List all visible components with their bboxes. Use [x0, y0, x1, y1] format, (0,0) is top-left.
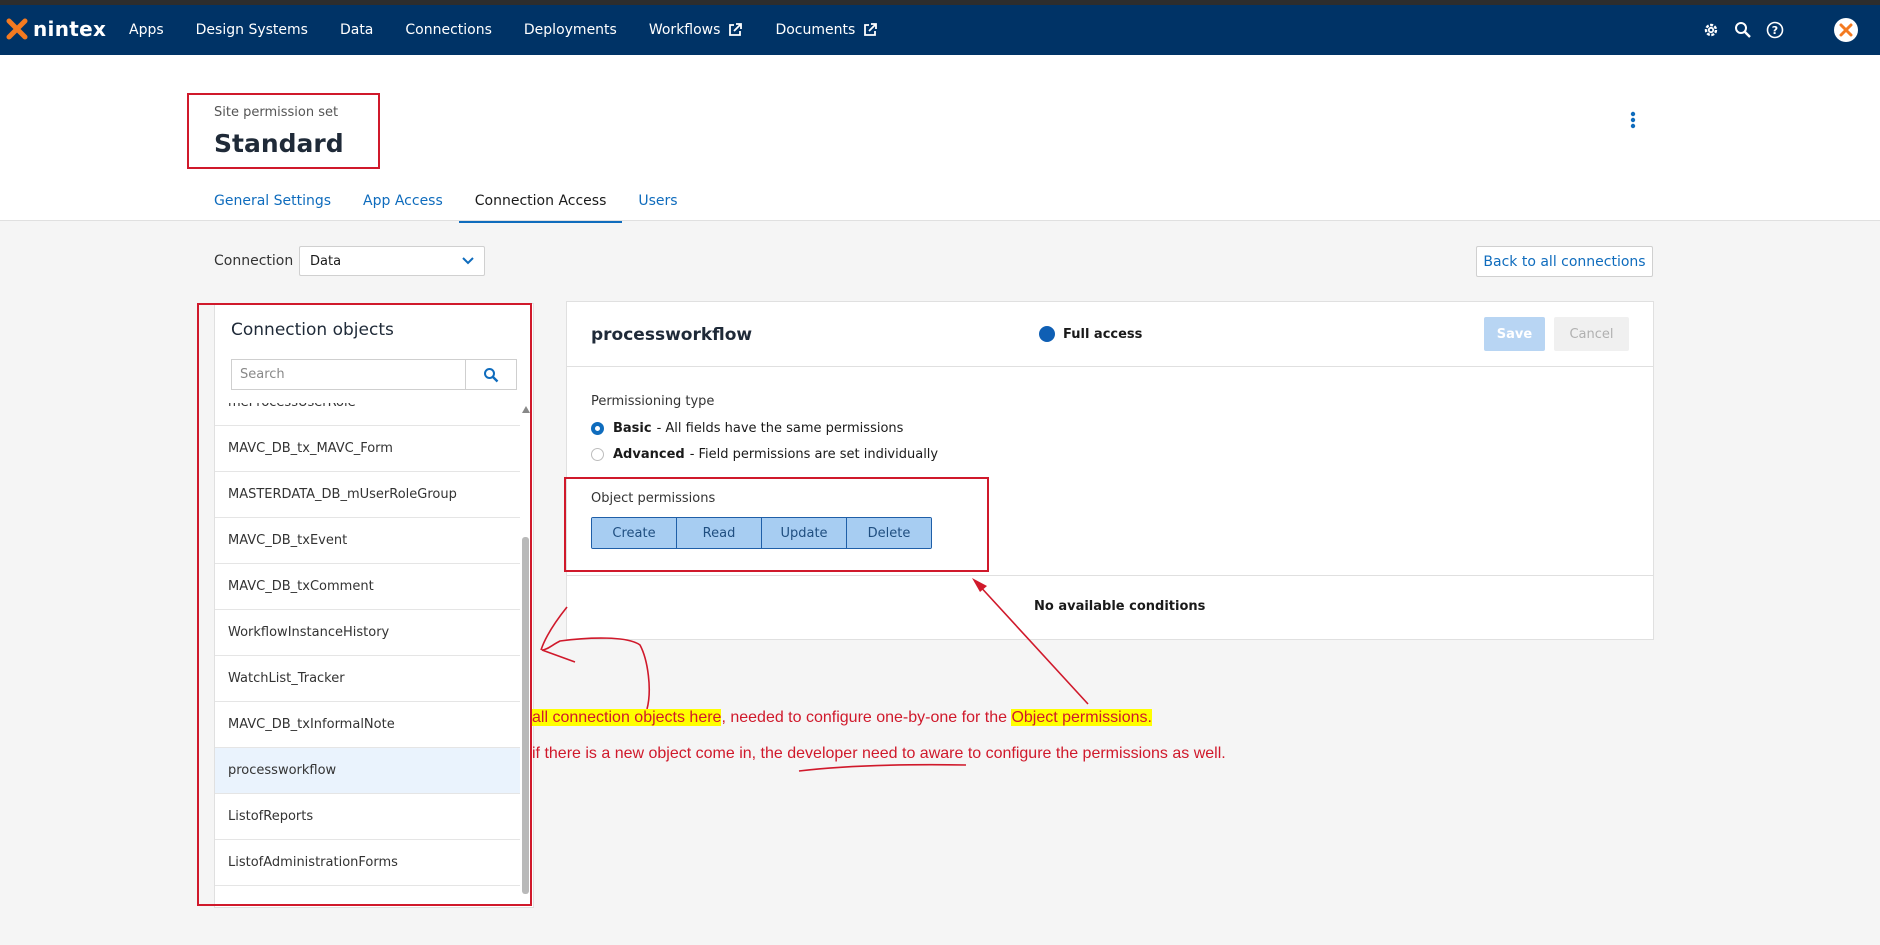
nav-design-systems[interactable]: Design Systems	[196, 22, 308, 38]
nav-label: Data	[339, 22, 374, 38]
external-link-icon	[729, 23, 743, 36]
connection-select[interactable]: Data	[299, 246, 485, 276]
back-to-all-connections-button[interactable]: Back to all connections	[1476, 246, 1653, 277]
nav-label: Connections	[405, 22, 492, 38]
gear-icon[interactable]	[1702, 21, 1720, 39]
nav-connections[interactable]: Connections	[405, 22, 492, 38]
object-name: processworkflow	[591, 325, 753, 345]
object-permissions-label: Object permissions	[591, 491, 716, 506]
permission-button-group: Create Read Update Delete	[591, 517, 932, 549]
save-button[interactable]: Save	[1484, 317, 1545, 351]
list-item[interactable]: meProcessUserRole	[215, 403, 520, 426]
radio-option-desc: - Field permissions are set individually	[689, 447, 939, 462]
nav-deployments[interactable]: Deployments	[524, 22, 617, 38]
annotation-highlight: all connection objects here	[532, 709, 722, 726]
access-status-dot-icon	[1039, 326, 1055, 342]
top-navigation-bar: nintex Apps Design Systems Data Connecti…	[0, 5, 1880, 55]
list-item-selected[interactable]: processworkflow	[215, 748, 520, 794]
scroll-up-arrow-icon[interactable]	[522, 406, 530, 413]
page-header: Site permission set Standard General Set…	[0, 55, 1880, 223]
list-item[interactable]: ListofAdministrationForms	[215, 840, 520, 886]
brand-name: nintex	[33, 17, 107, 41]
nav-apps[interactable]: Apps	[129, 22, 164, 38]
annotation-note-line1: all connection objects here, needed to c…	[532, 709, 1152, 727]
tab-bar: General Settings App Access Connection A…	[214, 193, 710, 223]
nav-documents[interactable]: Documents	[775, 22, 878, 38]
tab-users[interactable]: Users	[638, 193, 677, 223]
panel-title: Connection objects	[231, 320, 394, 340]
object-search	[231, 359, 517, 390]
radio-checked-icon	[591, 422, 604, 435]
object-detail-panel: processworkflow Full access Save Cancel …	[566, 301, 1654, 640]
main-nav: Apps Design Systems Data Connections Dep…	[129, 5, 910, 55]
chevron-down-icon	[462, 257, 474, 265]
top-right-icons: ?	[1702, 5, 1880, 55]
create-permission-button[interactable]: Create	[592, 518, 677, 548]
radio-advanced[interactable]: Advanced - Field permissions are set ind…	[591, 447, 938, 462]
delete-permission-button[interactable]: Delete	[847, 518, 931, 548]
page-title: Standard	[214, 129, 344, 158]
cancel-button[interactable]: Cancel	[1554, 317, 1629, 351]
tab-connection-access[interactable]: Connection Access	[458, 193, 623, 223]
nav-label: Workflows	[648, 22, 721, 38]
page-subtitle: Site permission set	[214, 105, 339, 120]
user-avatar-icon[interactable]	[1834, 18, 1858, 42]
access-status-label: Full access	[1063, 327, 1143, 342]
nav-label: Apps	[129, 22, 164, 38]
radio-option-name: Basic	[613, 421, 652, 436]
more-options-icon[interactable]	[1630, 111, 1636, 133]
radio-basic[interactable]: Basic - All fields have the same permiss…	[591, 421, 903, 436]
nav-label: Documents	[775, 22, 856, 38]
update-permission-button[interactable]: Update	[762, 518, 847, 548]
nintex-logo[interactable]: nintex	[6, 17, 106, 41]
connection-label: Connection	[214, 253, 294, 269]
search-button[interactable]	[465, 360, 516, 389]
svg-text:?: ?	[1772, 24, 1778, 37]
list-scrollbar[interactable]	[521, 403, 530, 896]
list-item[interactable]: MAVC_DB_txComment	[215, 564, 520, 610]
divider	[567, 575, 1653, 576]
objects-list: meProcessUserRole MAVC_DB_tx_MAVC_Form M…	[215, 403, 520, 896]
search-icon[interactable]	[1734, 21, 1752, 39]
tab-app-access[interactable]: App Access	[363, 193, 443, 223]
list-item[interactable]: WorkflowInstanceHistory	[215, 610, 520, 656]
radio-unchecked-icon	[591, 448, 604, 461]
nav-workflows[interactable]: Workflows	[649, 22, 744, 38]
nav-label: Deployments	[523, 22, 617, 38]
list-item[interactable]: ListofReports	[215, 794, 520, 840]
annotation-highlight: Object permissions.	[1011, 709, 1152, 726]
list-item[interactable]: MASTERDATA_DB_mUserRoleGroup	[215, 472, 520, 518]
connection-selected-value: Data	[310, 253, 342, 269]
no-conditions-message: No available conditions	[1034, 599, 1206, 614]
permissioning-type-label: Permissioning type	[591, 394, 715, 409]
list-item[interactable]: MAVC_DB_txEvent	[215, 518, 520, 564]
help-icon[interactable]: ?	[1766, 21, 1784, 39]
annotation-text: , needed to configure one-by-one for the	[721, 709, 1012, 726]
nav-label: Design Systems	[195, 22, 308, 38]
list-item[interactable]: WatchList_Tracker	[215, 656, 520, 702]
nav-data[interactable]: Data	[340, 22, 373, 38]
external-link-icon	[864, 23, 878, 36]
search-input[interactable]	[232, 360, 465, 389]
annotation-note-line2: if there is a new object come in, the de…	[532, 745, 1226, 762]
list-item[interactable]: MAVC_DB_tx_MAVC_Form	[215, 426, 520, 472]
nintex-x-icon	[6, 18, 28, 40]
search-icon	[484, 367, 499, 382]
tab-general-settings[interactable]: General Settings	[214, 193, 331, 223]
read-permission-button[interactable]: Read	[677, 518, 762, 548]
divider	[567, 366, 1653, 367]
connection-objects-panel: Connection objects meProcessUserRole MAV…	[214, 303, 534, 908]
list-item[interactable]: MAVC_DB_txInformalNote	[215, 702, 520, 748]
scroll-thumb[interactable]	[522, 537, 529, 894]
radio-option-desc: - All fields have the same permissions	[656, 421, 904, 436]
radio-option-name: Advanced	[613, 447, 685, 462]
